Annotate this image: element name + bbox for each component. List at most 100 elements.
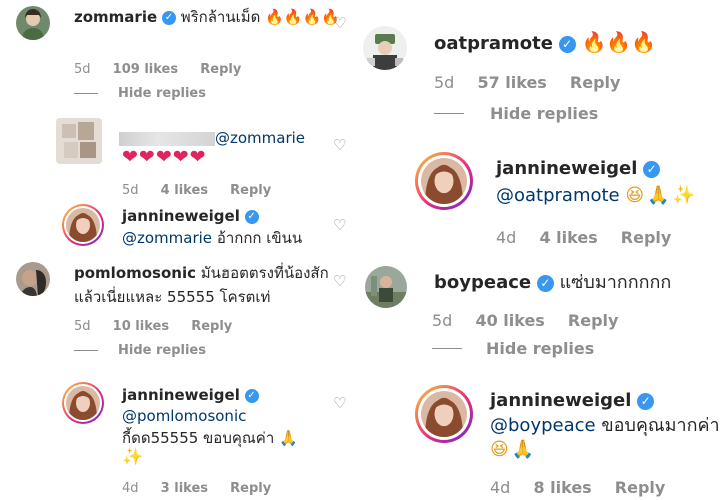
heart-outline-icon[interactable]: ♡ [333, 272, 346, 290]
like-count[interactable]: 4 likes [539, 228, 597, 247]
avatar-oatpramote[interactable] [363, 26, 407, 70]
comment-meta: 5d 4 likes Reply [122, 183, 289, 198]
username-jannineweigel[interactable]: jannineweigel [122, 207, 240, 225]
hide-replies-label: Hide replies [118, 343, 206, 358]
fire-emoji: 🔥🔥🔥🔥 [265, 8, 340, 26]
comment-age: 4d [496, 228, 517, 247]
verified-badge-icon: ✓ [161, 10, 176, 25]
like-count[interactable]: 3 likes [161, 481, 208, 496]
comment-age: 4d [122, 481, 139, 496]
reply-button[interactable]: Reply [568, 311, 619, 330]
comment-age: 5d [432, 311, 453, 330]
comment-zommarie: zommarie ✓ พริกล้านเม็ด 🔥🔥🔥🔥 [74, 7, 344, 28]
verified-badge-icon: ✓ [637, 392, 655, 410]
reply-button[interactable]: Reply [621, 228, 672, 247]
reply-button[interactable]: Reply [615, 478, 666, 497]
comment-oatpramote: oatpramote ✓ 🔥🔥🔥 [434, 30, 656, 54]
reply-button[interactable]: Reply [230, 481, 271, 496]
comment-text: แซ่บมากกกกก [559, 272, 672, 293]
avatar-blurred[interactable] [56, 118, 102, 164]
mention-boypeace[interactable]: @boypeace [490, 415, 596, 436]
comment-pomlomosonic: pomlomosonic มันฮอตตรงที่น้องสัก [74, 263, 344, 284]
like-count[interactable]: 57 likes [477, 73, 546, 92]
hide-replies-label: Hide replies [486, 339, 595, 358]
comment-text: พริกล้านเม็ด [180, 8, 261, 26]
like-count[interactable]: 8 likes [533, 478, 591, 497]
verified-badge-icon: ✓ [244, 388, 259, 403]
heart-outline-icon[interactable]: ♡ [333, 394, 346, 412]
comment-jannineweigel: jannineweigel ✓ [122, 386, 259, 404]
comment-body: กี้ดด55555 ขอบคุณค่า 🙏 [122, 428, 298, 449]
like-count[interactable]: 109 likes [113, 62, 178, 77]
laugh-pray-emoji: 😆🙏 [490, 439, 538, 460]
mention-oatpramote[interactable]: @oatpramote [496, 185, 620, 206]
username-jannineweigel[interactable]: jannineweigel [122, 386, 240, 404]
comment-boypeace: boypeace ✓ แซ่บมากกกกก [434, 270, 671, 296]
username-jannineweigel[interactable]: jannineweigel [496, 158, 637, 179]
avatar-jannineweigel[interactable] [421, 391, 467, 437]
avatar-boypeace[interactable] [365, 266, 407, 308]
username-zommarie[interactable]: zommarie [74, 8, 157, 26]
fire-emoji: 🔥🔥🔥 [581, 30, 657, 54]
comment-meta: 5d 109 likes Reply [74, 62, 259, 77]
heart-outline-icon[interactable]: ♡ [333, 14, 346, 32]
comment-text: กี้ดด55555 ขอบคุณค่า [122, 429, 275, 447]
comment-age: 4d [490, 478, 511, 497]
mention-pomlomosonic[interactable]: @pomlomosonic [122, 406, 246, 427]
username-boypeace[interactable]: boypeace [434, 272, 531, 293]
comment-age: 5d [74, 319, 91, 334]
comment-text: ขอบคุณมากค่า [601, 415, 720, 436]
comment-text-line1: มันฮอตตรงที่น้องสัก [200, 264, 329, 282]
blurred-username [119, 131, 215, 146]
mention-zommarie[interactable]: @zommarie [215, 129, 305, 147]
avatar-jannineweigel[interactable] [66, 208, 100, 242]
comment-age: 5d [74, 62, 91, 77]
avatar-zommarie[interactable] [16, 6, 50, 40]
comment-meta: 5d 10 likes Reply [74, 319, 250, 334]
verified-badge-icon: ✓ [558, 35, 576, 53]
hide-replies-line [74, 350, 98, 351]
reply-button[interactable]: Reply [200, 62, 241, 77]
comment-meta: 5d 57 likes Reply [434, 73, 638, 92]
heart-emoji: ❤❤❤❤❤ [122, 146, 207, 168]
username-jannineweigel[interactable]: jannineweigel [490, 390, 631, 411]
heart-outline-icon[interactable]: ♡ [333, 136, 346, 154]
comment-body: @boypeace ขอบคุณมากค่า [490, 413, 720, 439]
reply-button[interactable]: Reply [191, 319, 232, 334]
hide-replies-label: Hide replies [118, 86, 206, 101]
username-pomlomosonic[interactable]: pomlomosonic [74, 264, 196, 282]
hide-replies-button[interactable]: Hide replies [432, 339, 594, 358]
hide-replies-button[interactable]: Hide replies [74, 86, 206, 101]
hide-replies-button[interactable]: Hide replies [74, 343, 206, 358]
hide-replies-line [432, 348, 462, 349]
verified-badge-icon: ✓ [244, 209, 259, 224]
comment-meta: 4d 8 likes Reply [490, 478, 683, 497]
avatar-pomlomosonic[interactable] [16, 262, 50, 296]
username-oatpramote[interactable]: oatpramote [434, 33, 553, 54]
column-divider [357, 0, 359, 500]
comment-age: 5d [122, 183, 139, 198]
reply-button[interactable]: Reply [230, 183, 271, 198]
comment-meta: 5d 40 likes Reply [432, 311, 636, 330]
comment-text-line2: แล้วเนี่ยแหละ 55555 โครตเท่ [74, 288, 271, 306]
comment-jannineweigel: jannineweigel ✓ [496, 158, 661, 179]
avatar-jannineweigel[interactable] [421, 158, 467, 204]
verified-badge-icon: ✓ [643, 160, 661, 178]
comment-jannineweigel: jannineweigel ✓ [122, 207, 259, 225]
comment-body: @oatpramote 😆🙏✨ [496, 183, 698, 209]
like-count[interactable]: 40 likes [475, 311, 544, 330]
reply-button[interactable]: Reply [570, 73, 621, 92]
comment-body: @zommarie อ้ากกก เขินน [122, 228, 302, 249]
avatar-jannineweigel[interactable] [66, 386, 100, 420]
pray-emoji: 🙏 [279, 429, 298, 447]
comment-jannineweigel: jannineweigel ✓ [490, 390, 655, 411]
laugh-pray-sparkles-emoji: 😆🙏✨ [625, 185, 698, 206]
like-count[interactable]: 4 likes [161, 183, 208, 198]
like-count[interactable]: 10 likes [113, 319, 169, 334]
comment-meta: 4d 3 likes Reply [122, 481, 289, 496]
comment-age: 5d [434, 73, 455, 92]
heart-outline-icon[interactable]: ♡ [333, 216, 346, 234]
hide-replies-line [74, 93, 98, 94]
hide-replies-button[interactable]: Hide replies [434, 104, 598, 123]
mention-zommarie[interactable]: @zommarie [122, 229, 212, 247]
